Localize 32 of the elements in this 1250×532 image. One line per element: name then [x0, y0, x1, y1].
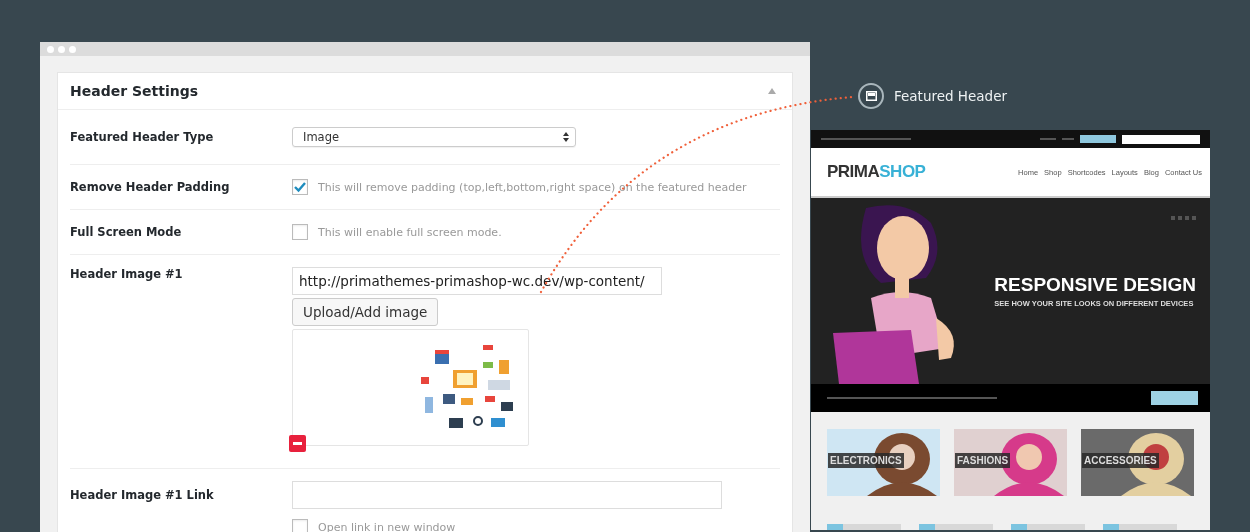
- link-field[interactable]: [292, 481, 722, 509]
- shop-button[interactable]: [1151, 391, 1198, 405]
- category-caption: FASHIONS: [955, 453, 1011, 468]
- field-label: Header Image #1 Link: [70, 488, 215, 502]
- checkbox[interactable]: [292, 179, 308, 195]
- checkbox[interactable]: [292, 224, 308, 240]
- checkbox-label: Open link in new window: [318, 520, 456, 532]
- type-select[interactable]: Image: [292, 127, 576, 147]
- category-caption: ACCESSORIES: [1082, 453, 1159, 468]
- remove-image-button[interactable]: [289, 435, 306, 452]
- collapse-arrow-icon[interactable]: [768, 88, 776, 94]
- image-url-field[interactable]: http://primathemes-primashop-wc.dev/wp-content/: [292, 267, 662, 295]
- hero-title: RESPONSIVE DESIGN: [994, 273, 1196, 296]
- window-dot: [58, 45, 65, 53]
- field-label: Header Image #1: [70, 267, 184, 281]
- field-description: This will remove padding (top,left,bottom,right space) on the featured header: [318, 180, 747, 194]
- select-arrows-icon: [563, 132, 569, 142]
- search-field[interactable]: [1122, 134, 1200, 144]
- field-label: Full Screen Mode: [70, 225, 183, 239]
- panel-title: Header Settings: [70, 83, 199, 99]
- checkbox[interactable]: [292, 519, 308, 532]
- callout-label: Featured Header: [894, 88, 1008, 104]
- header-layout-icon: [858, 83, 884, 109]
- field-label: Remove Header Padding: [70, 180, 231, 194]
- window-dot: [69, 45, 76, 53]
- field-description: This will enable full screen mode.: [318, 225, 502, 239]
- field-label: Featured Header Type: [70, 130, 215, 144]
- upload-button[interactable]: Upload/Add image: [292, 298, 439, 326]
- category-caption: ELECTRONICS: [828, 453, 904, 468]
- top-button[interactable]: [1080, 135, 1116, 143]
- window-dot: [47, 45, 54, 53]
- site-logo: PRIMASHOP: [827, 162, 926, 182]
